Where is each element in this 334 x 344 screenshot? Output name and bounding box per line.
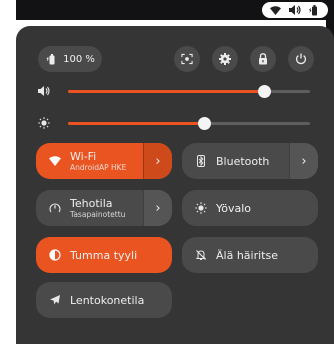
wifi-network-name: AndroidAP HKE <box>70 163 127 172</box>
dnd-label: Älä häiritse <box>216 248 278 262</box>
top-bar <box>16 0 334 20</box>
chevron-right-icon: › <box>155 200 161 216</box>
battery-status-icon <box>309 4 320 16</box>
dark-style-toggle[interactable]: Tumma tyyli <box>36 237 137 273</box>
chevron-right-icon: › <box>155 153 161 169</box>
bluetooth-toggle[interactable]: Bluetooth <box>182 143 269 179</box>
lock-screen-button[interactable] <box>250 46 276 72</box>
airplane-mode-toggle[interactable]: Lentokonetila <box>36 282 144 318</box>
lock-icon <box>257 53 269 65</box>
dark-style-icon <box>49 249 61 261</box>
power-button[interactable] <box>288 46 314 72</box>
chevron-right-icon: › <box>301 153 307 169</box>
wifi-label: Wi-Fi <box>70 150 97 163</box>
night-light-icon <box>195 202 207 214</box>
brightness-icon <box>38 117 50 129</box>
brightness-knob[interactable] <box>197 117 211 130</box>
dnd-tile[interactable]: Älä häiritse <box>182 237 318 273</box>
brightness-slider[interactable] <box>38 115 310 131</box>
volume-knob[interactable] <box>258 85 272 98</box>
wifi-menu-arrow[interactable]: › <box>143 143 172 179</box>
volume-track[interactable] <box>68 85 310 98</box>
power-mode-menu-arrow[interactable]: › <box>143 190 172 226</box>
volume-status-icon <box>289 5 301 15</box>
night-light-tile[interactable]: Yövalo <box>182 190 318 226</box>
quick-settings-panel: 100 % Wi-Fi AndroidAP HKE › Bluetooth › … <box>16 26 334 344</box>
night-light-label: Yövalo <box>216 201 252 215</box>
screenshot-icon <box>181 53 193 65</box>
power-mode-label: Tehotila <box>70 197 113 210</box>
bluetooth-menu-arrow[interactable]: › <box>289 143 318 179</box>
battery-button[interactable]: 100 % <box>38 46 102 72</box>
power-mode-value: Tasapainotettu <box>70 210 126 219</box>
power-mode-tile[interactable]: Tehotila Tasapainotettu › <box>36 190 172 226</box>
power-mode-icon <box>49 202 61 214</box>
airplane-mode-tile[interactable]: Lentokonetila <box>36 282 172 318</box>
wifi-status-icon <box>270 5 281 15</box>
volume-fill <box>68 90 265 93</box>
settings-button[interactable] <box>212 46 238 72</box>
battery-percentage: 100 % <box>63 53 95 65</box>
gear-icon <box>219 53 231 65</box>
bluetooth-tile[interactable]: Bluetooth › <box>182 143 318 179</box>
bluetooth-icon <box>195 155 207 167</box>
dnd-toggle[interactable]: Älä häiritse <box>182 237 278 273</box>
volume-slider[interactable] <box>38 83 310 99</box>
wifi-tile[interactable]: Wi-Fi AndroidAP HKE › <box>36 143 172 179</box>
bell-off-icon <box>195 249 207 261</box>
wifi-icon <box>49 155 61 167</box>
dark-style-label: Tumma tyyli <box>70 248 138 262</box>
power-icon <box>295 53 307 65</box>
night-light-toggle[interactable]: Yövalo <box>182 190 251 226</box>
brightness-track[interactable] <box>68 117 310 130</box>
power-mode-toggle[interactable]: Tehotila Tasapainotettu <box>36 190 125 226</box>
dark-style-tile[interactable]: Tumma tyyli <box>36 237 172 273</box>
volume-icon <box>38 85 50 97</box>
wifi-toggle[interactable]: Wi-Fi AndroidAP HKE <box>36 143 126 179</box>
screenshot-button[interactable] <box>174 46 200 72</box>
bluetooth-label: Bluetooth <box>216 154 270 168</box>
battery-icon <box>45 53 57 65</box>
brightness-fill <box>68 122 204 125</box>
system-tray-indicators[interactable] <box>262 2 328 18</box>
airplane-mode-label: Lentokonetila <box>70 293 145 307</box>
airplane-icon <box>49 294 61 306</box>
